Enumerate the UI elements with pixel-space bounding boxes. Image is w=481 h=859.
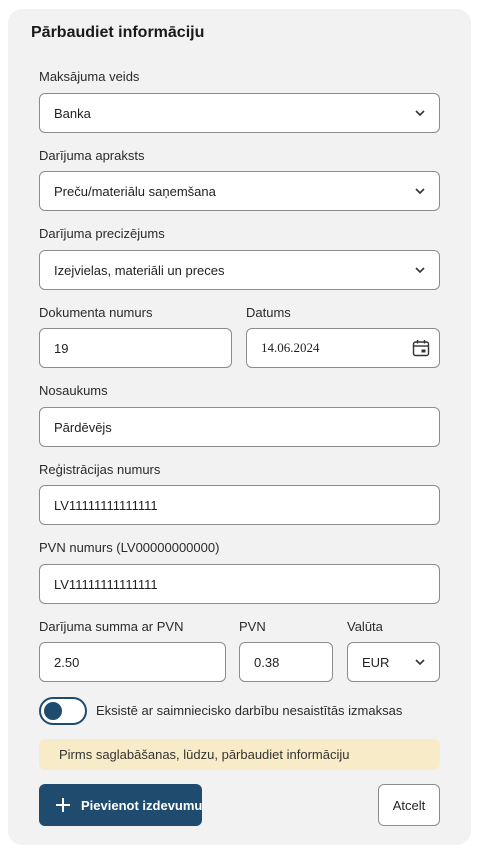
registration-number-input[interactable]: LV11111111111111: [39, 485, 440, 525]
chevron-down-icon: [411, 182, 429, 200]
cancel-button[interactable]: Atcelt: [378, 784, 440, 826]
notice-text: Pirms saglabāšanas, lūdzu, pārbaudiet in…: [59, 747, 350, 762]
date-input[interactable]: 14.06.2024: [246, 328, 440, 368]
document-number-input[interactable]: 19: [39, 328, 232, 368]
name-input[interactable]: Pārdēvējs: [39, 407, 440, 447]
transaction-detail-value: Izejvielas, materiāli un preces: [54, 262, 225, 278]
payment-type-select[interactable]: Banka: [39, 93, 440, 133]
document-number-label: Dokumenta numurs: [39, 305, 153, 320]
vat-number-input[interactable]: LV11111111111111: [39, 564, 440, 604]
name-label: Nosaukums: [39, 383, 108, 398]
currency-value: EUR: [362, 654, 390, 670]
chevron-down-icon: [411, 104, 429, 122]
non-business-costs-toggle[interactable]: [39, 697, 87, 725]
add-expense-button[interactable]: Pievienot izdevumu: [39, 784, 202, 826]
non-business-costs-label: Eksistē ar saimniecisko darbību nesaistī…: [96, 703, 403, 718]
registration-number-value: LV11111111111111: [54, 497, 158, 513]
vat-value: 0.38: [254, 654, 280, 670]
payment-type-value: Banka: [54, 105, 91, 121]
amount-with-vat-label: Darījuma summa ar PVN: [39, 619, 184, 634]
transaction-description-select[interactable]: Preču/materiālu saņemšana: [39, 171, 440, 211]
form-title: Pārbaudiet informāciju: [31, 24, 205, 41]
calendar-icon[interactable]: [411, 338, 431, 358]
registration-number-label: Reģistrācijas numurs: [39, 462, 161, 477]
chevron-down-icon: [411, 261, 429, 279]
transaction-description-value: Preču/materiālu saņemšana: [54, 183, 216, 199]
vat-label: PVN: [239, 619, 266, 634]
transaction-detail-select[interactable]: Izejvielas, materiāli un preces: [39, 250, 440, 290]
vat-number-value: LV11111111111111: [54, 576, 158, 592]
payment-type-label: Maksājuma veids: [39, 69, 140, 84]
currency-select[interactable]: EUR: [347, 642, 440, 682]
vat-input[interactable]: 0.38: [239, 642, 333, 682]
vat-number-label: PVN numurs (LV00000000000): [39, 540, 220, 555]
verification-notice: Pirms saglabāšanas, lūdzu, pārbaudiet in…: [39, 739, 440, 770]
date-value: 14.06.2024: [261, 340, 320, 355]
document-number-value: 19: [54, 340, 69, 356]
amount-with-vat-value: 2.50: [54, 654, 80, 670]
name-value: Pārdēvējs: [54, 419, 112, 435]
date-label: Datums: [246, 305, 291, 320]
transaction-description-label: Darījuma apraksts: [39, 148, 145, 163]
toggle-knob: [44, 702, 62, 720]
amount-with-vat-input[interactable]: 2.50: [39, 642, 226, 682]
add-expense-label: Pievienot izdevumu: [81, 797, 203, 813]
currency-label: Valūta: [347, 619, 383, 634]
transaction-detail-label: Darījuma precizējums: [39, 226, 165, 241]
plus-icon: [55, 797, 71, 813]
chevron-down-icon: [411, 653, 429, 671]
